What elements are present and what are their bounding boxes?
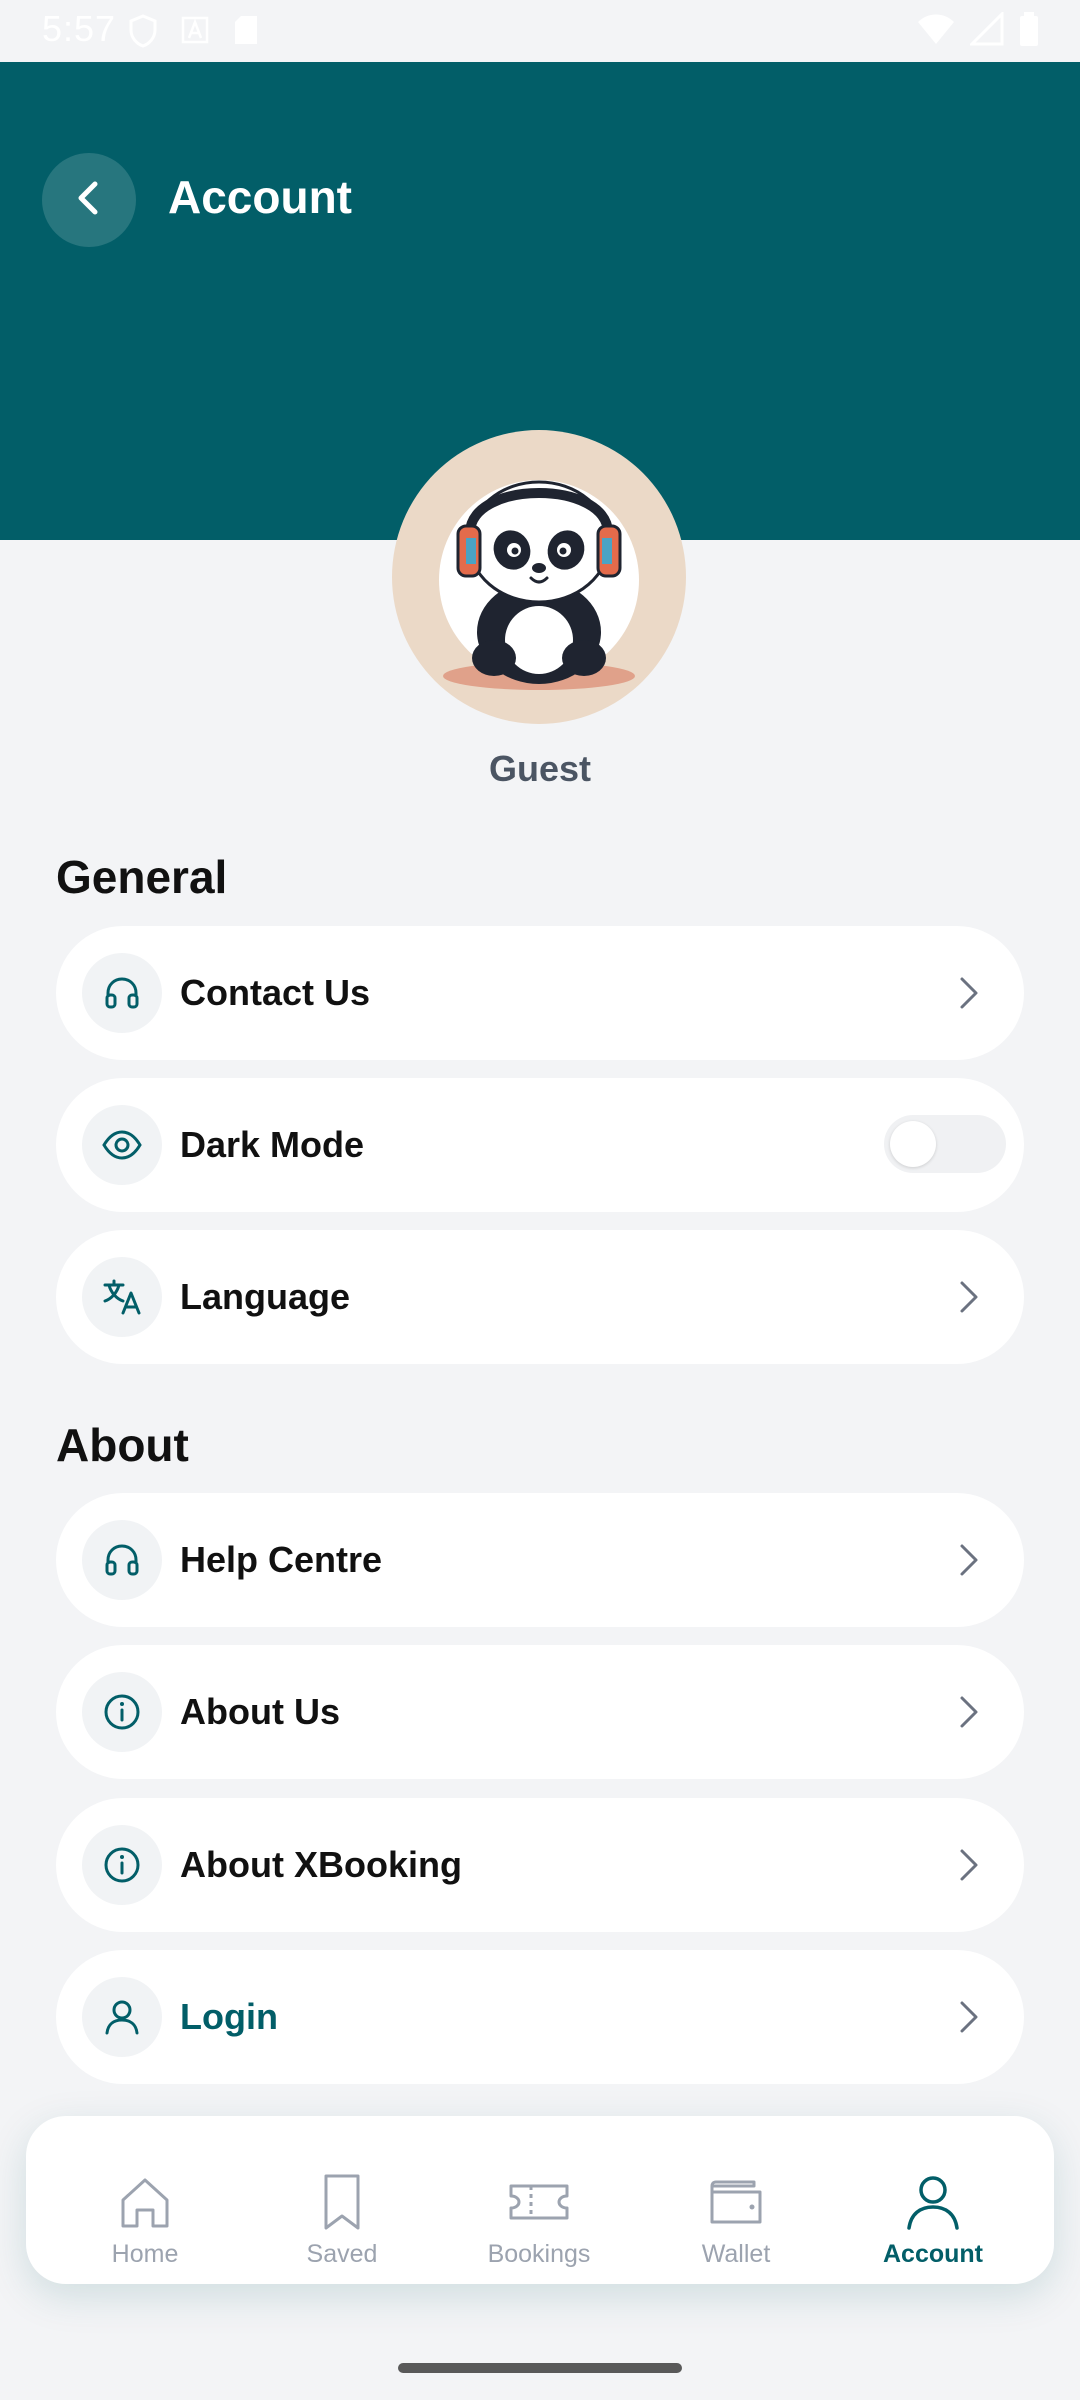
wifi-icon xyxy=(916,12,956,51)
menu-item-label: Contact Us xyxy=(180,972,371,1013)
chevron-right-icon xyxy=(948,1277,988,1317)
menu-item-label: Dark Mode xyxy=(180,1124,365,1165)
user-icon xyxy=(903,2172,963,2232)
info-icon xyxy=(82,1825,162,1905)
chevron-right-icon xyxy=(948,1845,988,1885)
nav-label: Bookings xyxy=(487,2240,591,2268)
profile-name: Guest xyxy=(488,748,592,789)
menu-item-about-xbooking[interactable]: About XBooking xyxy=(56,1798,1024,1932)
menu-item-label: Language xyxy=(180,1276,351,1317)
user-icon xyxy=(82,1977,162,2057)
nav-item-wallet[interactable]: Wallet xyxy=(646,2116,826,2284)
nav-item-bookings[interactable]: Bookings xyxy=(449,2116,629,2284)
info-icon xyxy=(82,1672,162,1752)
nav-item-home[interactable]: Home xyxy=(55,2116,235,2284)
panda-avatar-image xyxy=(439,480,639,690)
wallet-icon xyxy=(706,2172,766,2232)
page-title: Account xyxy=(168,171,352,223)
chevron-right-icon xyxy=(948,1540,988,1580)
menu-item-label: Help Centre xyxy=(180,1539,383,1580)
menu-item-language[interactable]: Language xyxy=(56,1230,1024,1364)
menu-item-dark-mode: Dark Mode xyxy=(56,1078,1024,1212)
back-button[interactable] xyxy=(42,153,136,247)
menu-item-label: About XBooking xyxy=(180,1844,462,1885)
chevron-left-icon xyxy=(71,178,107,223)
font-icon xyxy=(180,14,210,53)
menu-item-label: About Us xyxy=(180,1691,340,1732)
bookmark-icon xyxy=(312,2172,372,2232)
signal-icon xyxy=(968,10,1004,51)
nav-label: Saved xyxy=(306,2240,378,2268)
chevron-right-icon xyxy=(948,973,988,1013)
nav-label: Account xyxy=(883,2240,983,2268)
nav-label: Wallet xyxy=(701,2240,771,2268)
section-title-about: About xyxy=(56,1419,189,1471)
menu-item-help-centre[interactable]: Help Centre xyxy=(56,1493,1024,1627)
translate-icon xyxy=(82,1257,162,1337)
menu-item-login[interactable]: Login xyxy=(56,1950,1024,2084)
headset-icon xyxy=(82,953,162,1033)
menu-item-label: Login xyxy=(180,1996,278,2037)
nav-label: Home xyxy=(111,2240,179,2268)
shield-icon xyxy=(128,14,158,53)
menu-item-contact-us[interactable]: Contact Us xyxy=(56,926,1024,1060)
menu-item-about-us[interactable]: About Us xyxy=(56,1645,1024,1779)
headset-icon xyxy=(82,1520,162,1600)
home-icon xyxy=(115,2172,175,2232)
section-title-general: General xyxy=(56,851,228,903)
status-time: 5:57 xyxy=(42,8,117,49)
avatar[interactable] xyxy=(392,430,686,724)
home-indicator[interactable] xyxy=(398,2363,682,2373)
chevron-right-icon xyxy=(948,1997,988,2037)
bottom-nav: Home Saved Bookings Wallet Account xyxy=(26,2116,1054,2284)
chevron-right-icon xyxy=(948,1692,988,1732)
dark-mode-toggle[interactable] xyxy=(884,1115,1006,1173)
eye-icon xyxy=(82,1105,162,1185)
toggle-knob xyxy=(890,1121,936,1167)
nav-item-account[interactable]: Account xyxy=(843,2116,1023,2284)
nav-item-saved[interactable]: Saved xyxy=(252,2116,432,2284)
status-bar: 5:57 xyxy=(0,0,1080,62)
sdcard-icon xyxy=(232,14,260,53)
ticket-icon xyxy=(509,2172,569,2232)
battery-icon xyxy=(1018,12,1040,51)
